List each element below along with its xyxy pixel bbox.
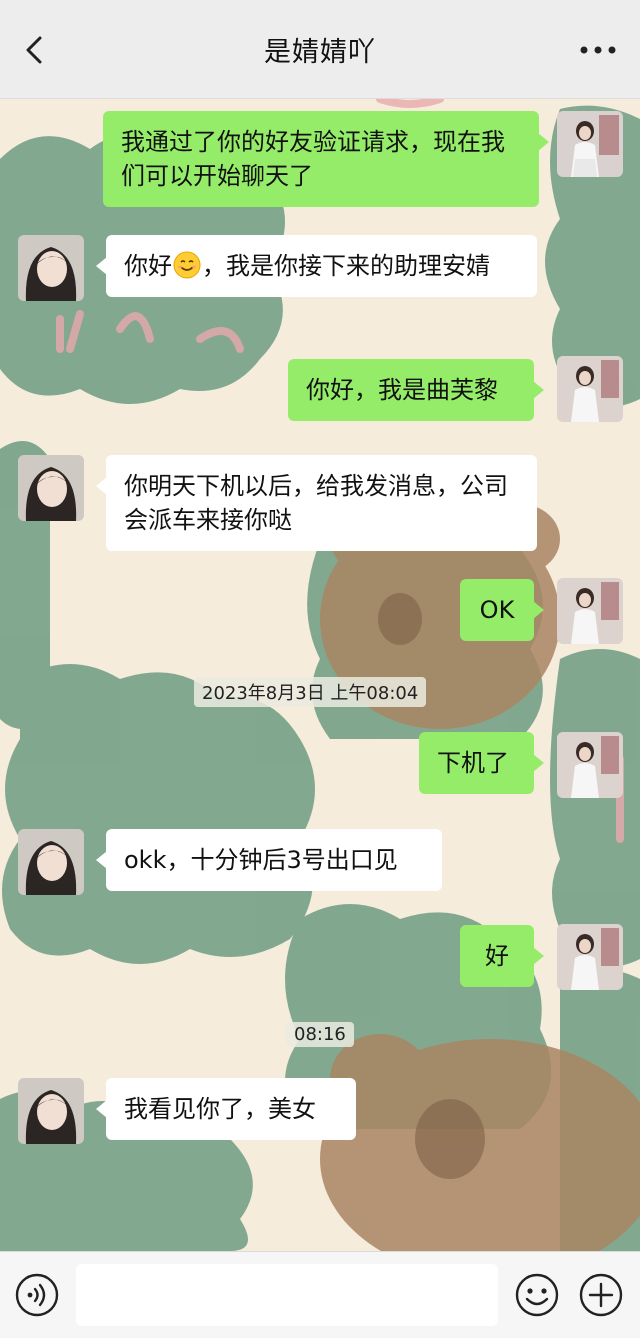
message-text: 你好，我是曲芙黎 [306,376,498,404]
my-avatar[interactable] [557,356,623,422]
chat-area[interactable]: 我通过了你的好友验证请求，现在我们可以开始聊天了 你好 ，我是你接下来的助理安婧 … [0,99,640,1251]
chat-header: 是婧婧吖 [0,0,640,99]
chat-timestamp: 2023年8月3日 上午08:04 [194,677,427,707]
my-avatar[interactable] [557,111,623,177]
message-text: OK [479,596,515,624]
avatar-image [18,1078,84,1144]
chat-title: 是婧婧吖 [264,37,376,68]
voice-button[interactable] [14,1272,60,1318]
message-bubble-incoming[interactable]: 你好 ，我是你接下来的助理安婧 [96,235,537,297]
message-text: okk，十分钟后3号出口见 [124,846,398,874]
avatar-image [18,455,84,521]
contact-avatar[interactable] [18,455,84,521]
message-text: 你明天下机以后，给我发消息，公司会派车来接你哒 [124,472,508,534]
more-options-button[interactable] [576,38,620,62]
contact-avatar[interactable] [18,235,84,301]
avatar-image [18,235,84,301]
message-bubble-outgoing[interactable]: 下机了 [419,732,544,794]
message-text: 我看见你了，美女 [124,1095,316,1123]
message-bubble-outgoing[interactable]: 我通过了你的好友验证请求，现在我们可以开始聊天了 [103,111,549,207]
plus-icon [579,1273,623,1317]
my-avatar[interactable] [557,924,623,990]
input-bar [0,1251,640,1338]
message-bubble-outgoing[interactable]: 你好，我是曲芙黎 [288,359,544,421]
message-bubble-incoming[interactable]: 我看见你了，美女 [96,1078,356,1140]
avatar-image [557,732,623,798]
avatar-image [557,356,623,422]
more-functions-button[interactable] [578,1272,624,1318]
contact-avatar[interactable] [18,1078,84,1144]
message-bubble-incoming[interactable]: 你明天下机以后，给我发消息，公司会派车来接你哒 [96,455,537,551]
message-text: 下机了 [437,749,509,777]
avatar-image [557,578,623,644]
avatar-image [557,111,623,177]
message-text: 你好 [124,252,172,280]
my-avatar[interactable] [557,578,623,644]
emoji-button[interactable] [514,1272,560,1318]
more-dots-icon [580,46,616,54]
chat-timestamp: 08:16 [286,1022,354,1047]
message-bubble-outgoing[interactable]: 好 [460,925,544,987]
message-text: ，我是你接下来的助理安婧 [202,252,490,280]
message-text: 好 [485,942,509,970]
message-bubble-incoming[interactable]: okk，十分钟后3号出口见 [96,829,442,891]
avatar-image [18,829,84,895]
avatar-image [557,924,623,990]
message-input[interactable] [76,1264,498,1326]
my-avatar[interactable] [557,732,623,798]
message-text: 我通过了你的好友验证请求，现在我们可以开始聊天了 [121,128,505,190]
smiling-face-icon [173,251,201,279]
message-bubble-outgoing[interactable]: OK [460,579,544,641]
voice-icon [15,1273,59,1317]
contact-avatar[interactable] [18,829,84,895]
smiley-icon [515,1273,559,1317]
